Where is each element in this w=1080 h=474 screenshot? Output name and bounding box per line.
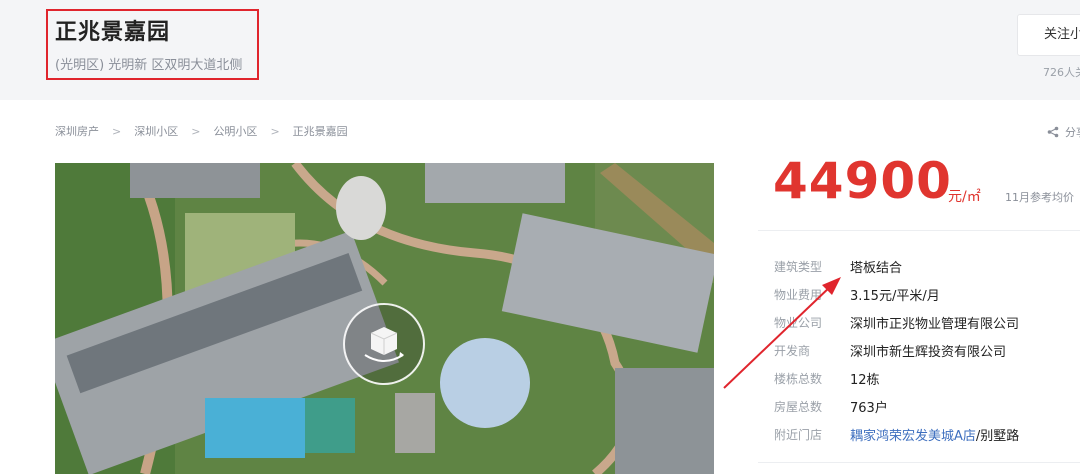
info-value: 12栋 (850, 373, 880, 388)
info-label: 楼栋总数 (774, 372, 823, 386)
divider (758, 462, 1080, 463)
follow-label: 关注小 (1044, 27, 1080, 42)
community-title: 正兆景嘉园 (55, 20, 171, 45)
breadcrumb-separator: > (112, 124, 122, 138)
info-label: 附近门店 (774, 428, 823, 442)
page: 正兆景嘉园 (光明区) 光明新 区双明大道北侧 关注小 726人关 深圳房产 >… (0, 0, 1080, 474)
vr-360-badge[interactable] (343, 303, 425, 385)
breadcrumb: 深圳房产 > 深圳小区 > 公明小区 > 正兆景嘉园 (55, 123, 348, 139)
info-value: 3.15元/平米/月 (850, 289, 940, 304)
price-unit: 元/㎡ (948, 189, 981, 205)
info-label: 物业费用 (774, 288, 823, 302)
price-note: 11月参考均价 (1005, 191, 1074, 204)
info-label: 开发商 (774, 344, 811, 358)
info-value: 763户 (850, 401, 888, 416)
breadcrumb-item-current: 正兆景嘉园 (292, 125, 348, 138)
breadcrumb-item-shenzhen-property[interactable]: 深圳房产 (55, 123, 99, 139)
follow-button[interactable]: 关注小 (1017, 14, 1080, 56)
info-label: 房屋总数 (774, 400, 823, 414)
info-value: 深圳市新生辉投资有限公司 (850, 345, 1007, 360)
breadcrumb-item-gongming-community[interactable]: 公明小区 (213, 123, 257, 139)
info-value-store: 耦家鸿荣宏发美城A店/别墅路 (850, 425, 1019, 444)
share-label: 分享 (1065, 126, 1080, 139)
info-label: 建筑类型 (774, 260, 823, 274)
breadcrumb-item-shenzhen-community[interactable]: 深圳小区 (134, 123, 178, 139)
community-aerial-photo[interactable] (55, 163, 714, 474)
breadcrumb-separator: > (191, 124, 201, 138)
info-label: 物业公司 (774, 316, 823, 330)
community-address: (光明区) 光明新 区双明大道北侧 (55, 58, 243, 73)
average-price: 44900 (773, 152, 952, 210)
divider (758, 230, 1080, 231)
header-band: 正兆景嘉园 (光明区) 光明新 区双明大道北侧 关注小 726人关 (0, 0, 1080, 100)
follow-count: 726人关 (1043, 66, 1080, 79)
info-value: 深圳市正兆物业管理有限公司 (850, 317, 1020, 332)
share-icon (1047, 126, 1059, 138)
vr-cube-icon (364, 327, 404, 362)
share-button[interactable]: 分享 (1047, 124, 1080, 140)
info-value: 塔板结合 (850, 261, 903, 276)
nearby-store-link[interactable]: 耦家鸿荣宏发美城A店 (850, 429, 976, 444)
nearby-store-suffix: /别墅路 (975, 429, 1020, 444)
breadcrumb-separator: > (270, 124, 280, 138)
